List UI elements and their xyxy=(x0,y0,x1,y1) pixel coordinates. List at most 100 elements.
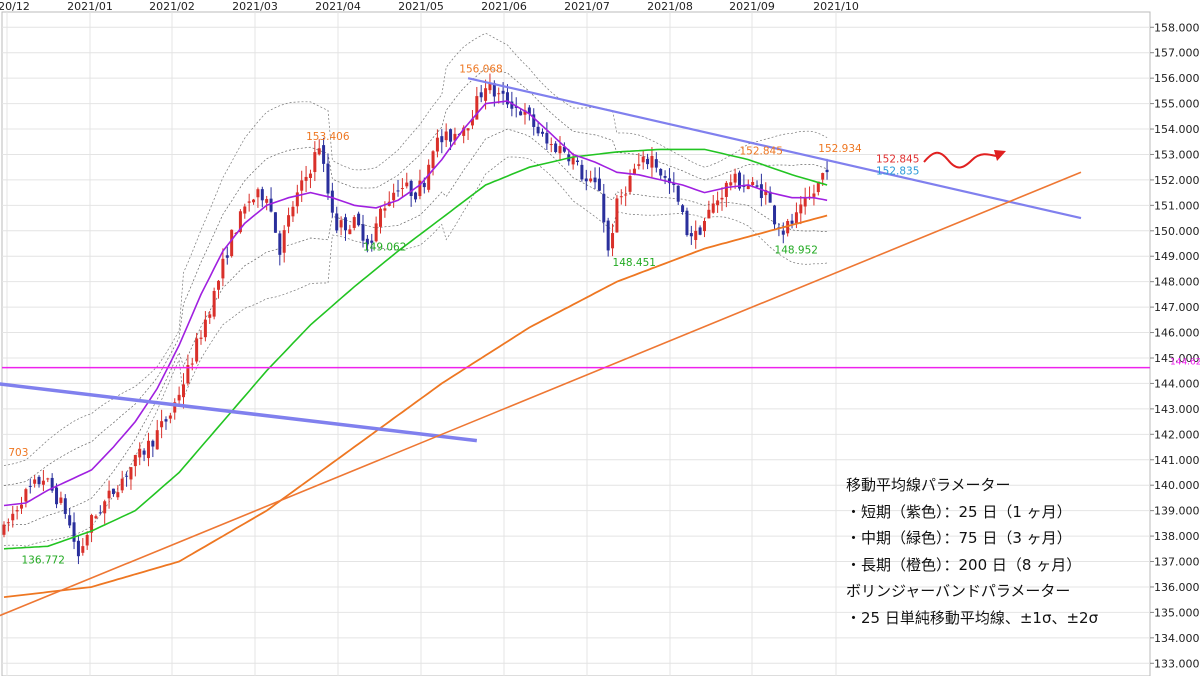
candle-body xyxy=(729,182,733,186)
candle-body xyxy=(707,209,711,219)
candle-body xyxy=(313,152,317,173)
x-tick-label: 2021/03 xyxy=(232,0,278,13)
candle-body xyxy=(414,192,418,200)
forecast-arrowhead xyxy=(994,150,1006,161)
price-annotation: 703 xyxy=(8,447,28,459)
candle-body xyxy=(641,156,645,163)
candle-body xyxy=(291,206,295,217)
y-tick-label: 151.000 xyxy=(1154,199,1200,212)
y-tick-label: 136.000 xyxy=(1154,581,1200,594)
x-tick-label: 2021/01 xyxy=(67,0,113,13)
candle-body xyxy=(593,177,597,183)
candle-body xyxy=(308,173,312,179)
candle-body xyxy=(646,158,650,165)
candle-body xyxy=(265,199,269,203)
horizontal-level-label: 144.621 xyxy=(1170,358,1200,368)
candle-body xyxy=(98,512,102,514)
candle-body xyxy=(217,280,221,290)
y-tick-label: 155.000 xyxy=(1154,98,1200,111)
candle-body xyxy=(427,164,431,190)
candle-body xyxy=(160,421,164,428)
y-tick-label: 150.000 xyxy=(1154,225,1200,238)
x-tick-label: 2021/09 xyxy=(729,0,775,13)
bollinger-bands xyxy=(3,32,828,547)
candle-body xyxy=(6,522,10,524)
y-tick-label: 148.000 xyxy=(1154,276,1200,289)
candle-body xyxy=(435,137,439,152)
candle-body xyxy=(466,128,470,131)
price-annotation: 152.845 xyxy=(740,145,783,157)
y-tick-label: 149.000 xyxy=(1154,250,1200,263)
price-annotation: 156.068 xyxy=(459,63,502,75)
y-tick-label: 142.000 xyxy=(1154,428,1200,441)
candle-body xyxy=(449,129,453,142)
candle-body xyxy=(225,255,229,258)
candle-body xyxy=(501,90,505,94)
candle-body xyxy=(720,197,724,200)
x-tick-label: 2021/04 xyxy=(315,0,361,13)
candle-body xyxy=(181,384,185,398)
candle-body xyxy=(269,198,273,212)
candle-body xyxy=(168,415,172,419)
candle-body xyxy=(357,213,361,226)
candle-body xyxy=(339,220,343,228)
candle-body xyxy=(549,144,553,146)
price-annotation: 136.772 xyxy=(22,554,65,566)
y-tick-label: 153.000 xyxy=(1154,148,1200,161)
candle-body xyxy=(571,157,575,165)
candle-body xyxy=(116,492,120,498)
y-tick-label: 135.000 xyxy=(1154,606,1200,619)
candle-body xyxy=(361,224,365,241)
bollinger-band-line xyxy=(3,156,828,547)
candle-body xyxy=(24,489,28,502)
candle-body xyxy=(243,206,247,214)
candle-body xyxy=(606,220,610,251)
candle-body xyxy=(304,176,308,181)
candle-body xyxy=(383,208,387,211)
candle-body xyxy=(46,478,50,480)
candle-body xyxy=(164,419,168,422)
candle-body xyxy=(374,223,378,242)
candle-body xyxy=(230,229,234,257)
y-tick-label: 152.000 xyxy=(1154,174,1200,187)
candle-body xyxy=(20,504,24,509)
price-annotation: 148.952 xyxy=(775,244,818,256)
sma75-line xyxy=(3,148,828,550)
y-tick-label: 154.000 xyxy=(1154,123,1200,136)
y-tick-label: 143.000 xyxy=(1154,403,1200,416)
candle-body xyxy=(2,524,6,535)
candle-body xyxy=(59,497,63,503)
candle-body xyxy=(260,189,264,201)
y-tick-label: 138.000 xyxy=(1154,530,1200,543)
price-annotation: 152.934 xyxy=(818,143,862,155)
candle-body xyxy=(63,498,67,514)
candle-body xyxy=(212,290,216,317)
candle-body xyxy=(379,208,383,227)
candle-body xyxy=(650,155,654,168)
candle-body xyxy=(519,111,523,116)
candle-body xyxy=(694,230,698,240)
candle-body xyxy=(545,132,549,144)
sma200-line xyxy=(3,214,828,598)
candle-body xyxy=(825,169,829,173)
candle-body xyxy=(654,159,658,168)
candle-body xyxy=(94,516,98,519)
legend-line: ・短期（紫色）：25 日（1 ヶ月） xyxy=(846,502,1072,521)
candle-body xyxy=(348,229,352,235)
candle-body xyxy=(85,534,89,546)
candle-body xyxy=(676,185,680,202)
candle-body xyxy=(803,198,807,207)
x-tick-label: 2021/10 xyxy=(813,0,859,13)
candle-body xyxy=(103,501,107,514)
candle-body xyxy=(322,145,326,164)
y-tick-label: 139.000 xyxy=(1154,505,1200,518)
candle-body xyxy=(221,258,225,279)
candle-body xyxy=(392,192,396,201)
candle-body xyxy=(611,233,615,249)
candle-body xyxy=(554,143,558,153)
candle-body xyxy=(199,337,203,339)
candle-body xyxy=(208,314,212,318)
candle-body xyxy=(125,475,129,477)
candle-body xyxy=(295,192,299,207)
candle-body xyxy=(698,227,702,235)
